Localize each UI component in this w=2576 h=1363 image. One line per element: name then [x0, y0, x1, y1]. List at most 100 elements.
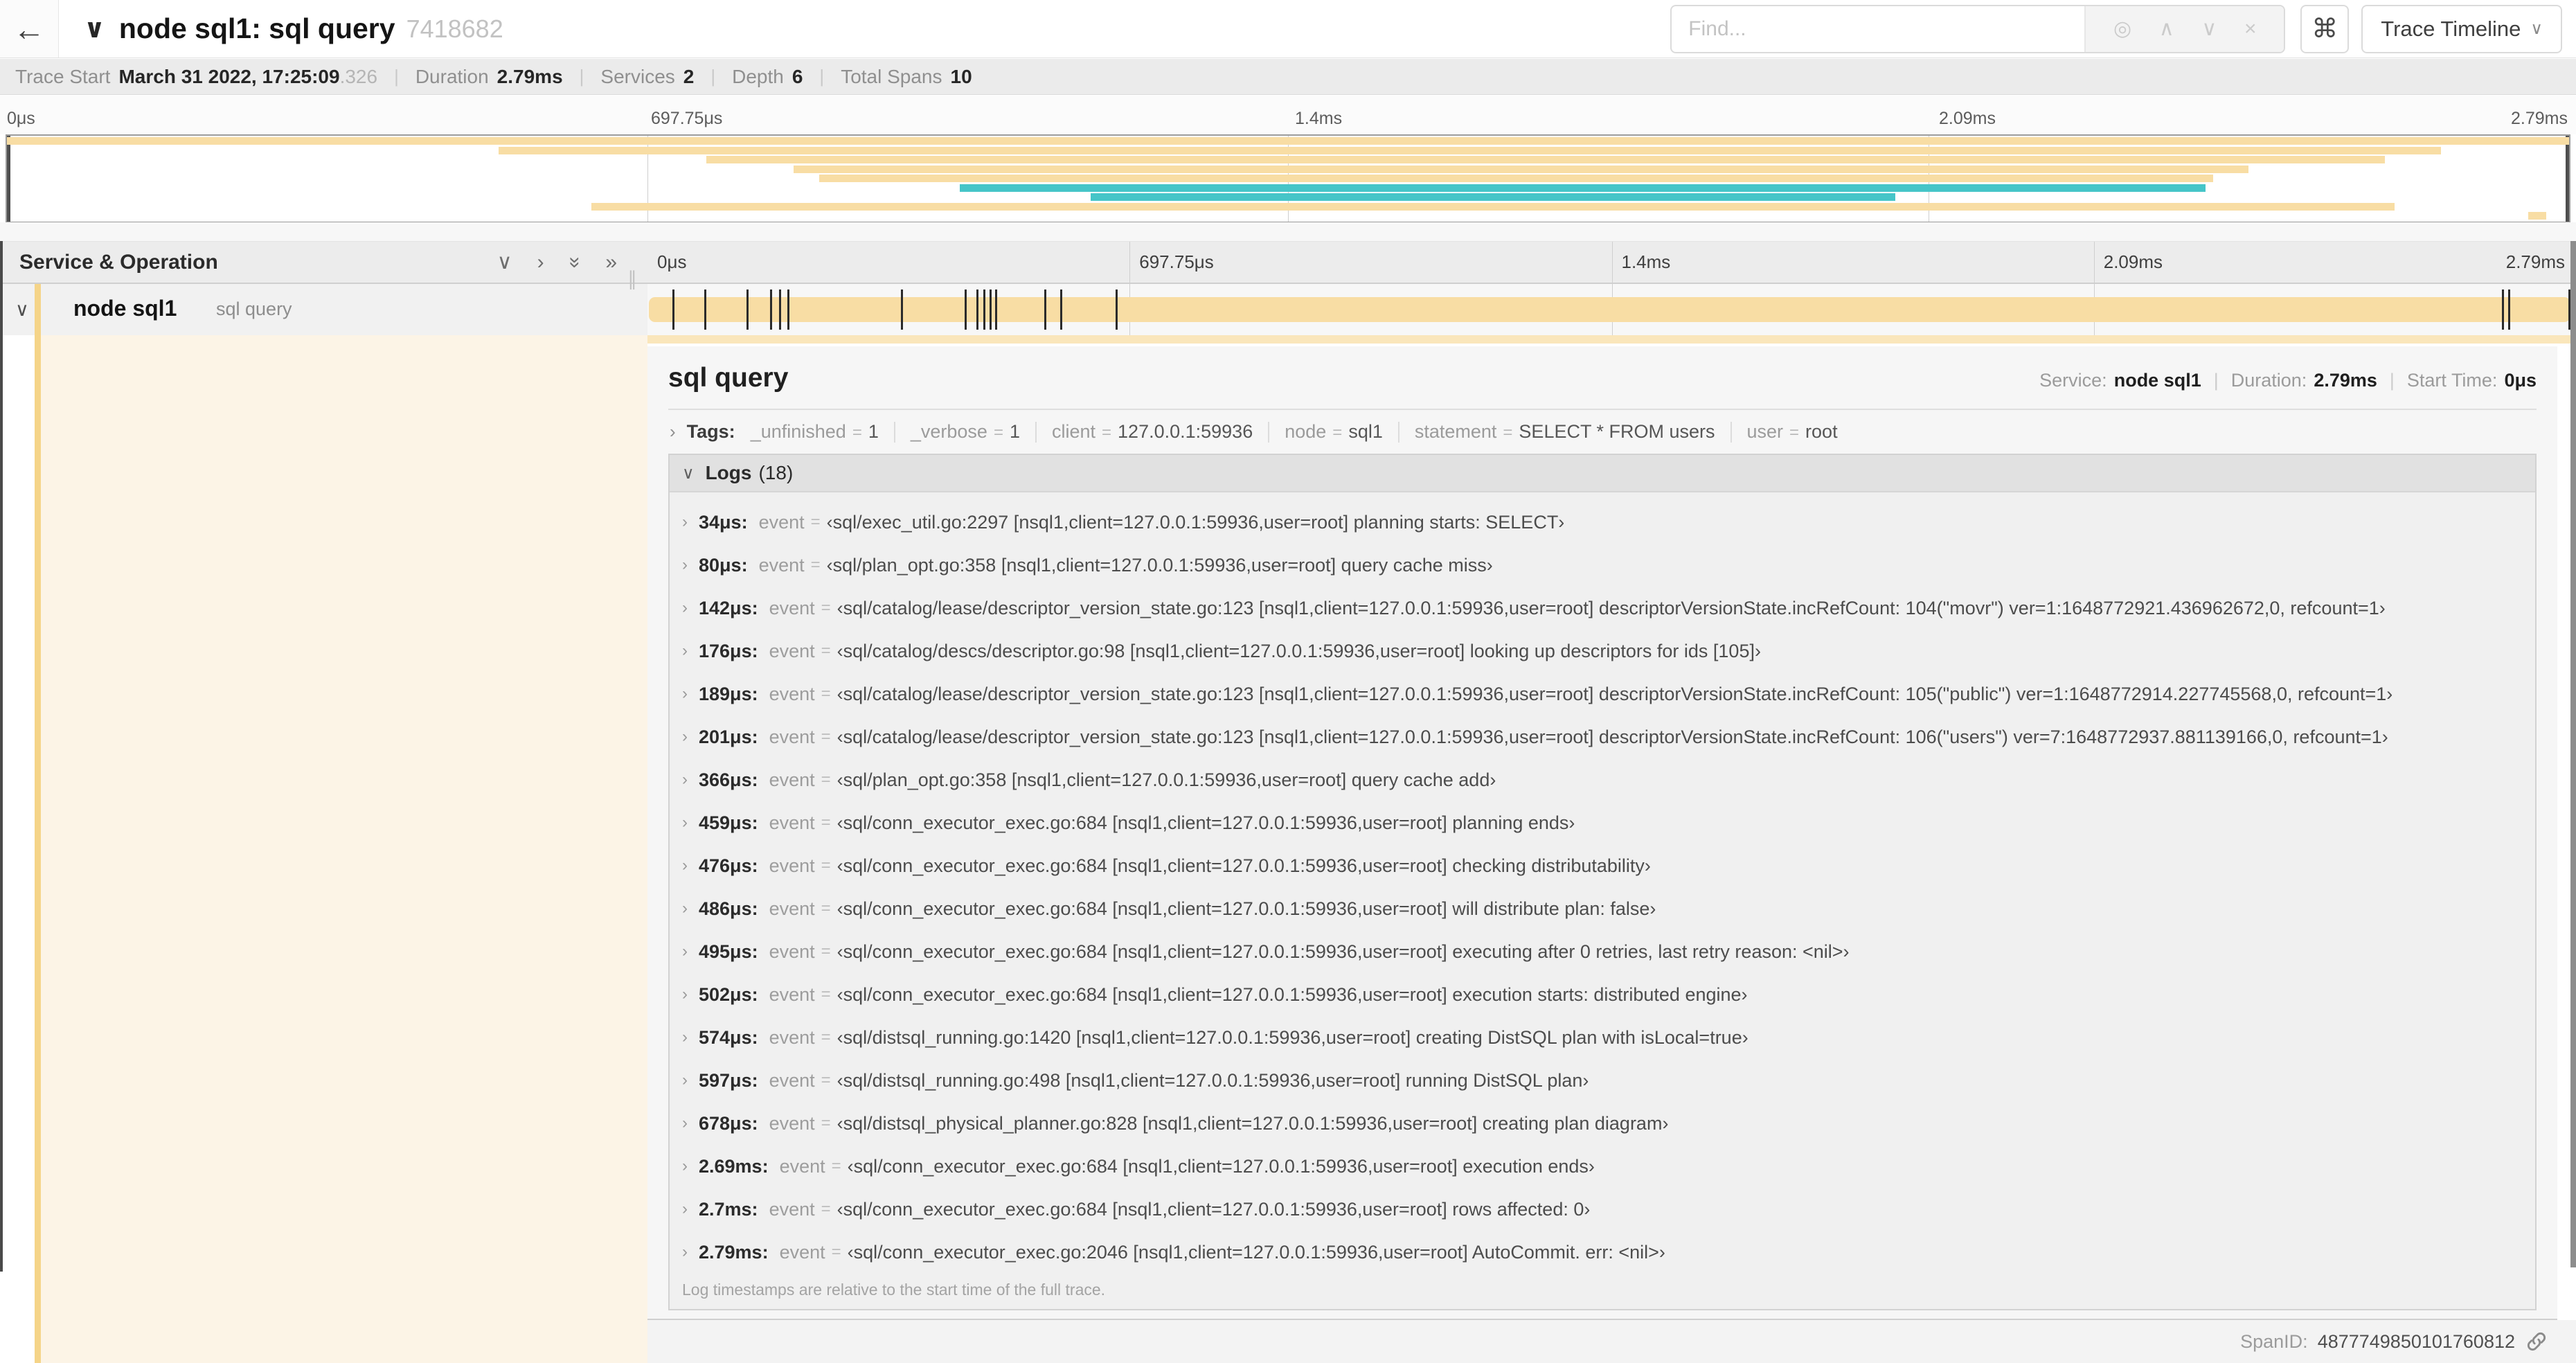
keyboard-shortcuts-button[interactable]: ⌘	[2300, 4, 2350, 53]
log-row[interactable]: › 502μs: event = ‹sql/conn_executor_exec.go:…	[670, 973, 2535, 1016]
log-row[interactable]: › 2.79ms: event = ‹sql/conn_executor_exec.go…	[670, 1231, 2535, 1274]
minimap-tick-label: 1.4ms	[1295, 109, 1343, 128]
search-input[interactable]	[1672, 6, 2085, 52]
back-arrow-icon: ←	[13, 10, 45, 47]
detail-color-accent	[35, 335, 41, 1363]
page-title: node sql1: sql query	[118, 12, 395, 44]
minimap-span-bar	[7, 137, 2569, 145]
log-row[interactable]: › 176μs: event = ‹sql/catalog/descs/descript…	[670, 630, 2535, 672]
chevron-right-icon: ›	[682, 1242, 688, 1261]
span-color-accent	[35, 284, 41, 335]
detail-cream-fill	[41, 335, 647, 1363]
log-row[interactable]: › 80μs: event = ‹sql/plan_opt.go:358 [nsql1,…	[670, 544, 2535, 587]
copy-link-icon[interactable]	[2525, 1330, 2548, 1353]
log-row[interactable]: › 597μs: event = ‹sql/distsql_running.go:498…	[670, 1059, 2535, 1102]
span-duration-bar[interactable]	[649, 289, 2571, 330]
chevron-right-icon: ›	[682, 856, 688, 875]
command-icon: ⌘	[2311, 15, 2338, 44]
log-marker-tick	[778, 289, 781, 330]
column-resizer-handle[interactable]: ∥	[627, 267, 637, 290]
minimap-tick-labels: 0μs 697.75μs 1.4ms 2.09ms 2.79ms	[0, 96, 2576, 134]
log-marker-tick	[1059, 289, 1062, 330]
span-footer-strip: SpanID: 4877749850101760812	[647, 1320, 2576, 1363]
log-row[interactable]: › 201μs: event = ‹sql/catalog/lease/descript…	[670, 715, 2535, 758]
span-timeline-cell[interactable]	[647, 284, 2576, 335]
service-operation-header: Service & Operation ∨ › » »	[0, 241, 647, 284]
log-marker-tick	[2501, 289, 2504, 330]
collapse-one-icon[interactable]: ∨	[497, 250, 512, 274]
logs-header[interactable]: ∨ Logs (18)	[670, 455, 2535, 492]
timeline-tick-label: 2.79ms	[2505, 251, 2565, 272]
tag-separator	[1397, 421, 1399, 443]
log-row[interactable]: › 34μs: event = ‹sql/exec_util.go:2297 [nsql…	[670, 501, 2535, 544]
trace-collapse-icon[interactable]: ∨	[84, 13, 105, 44]
minimap-tick-label: 0μs	[7, 109, 35, 128]
chevron-right-icon: ›	[682, 555, 688, 574]
minimap-canvas[interactable]	[6, 134, 2570, 224]
clear-search-icon[interactable]: ×	[2244, 17, 2257, 41]
trace-meta-bar: Trace Start March 31 2022, 17:25:09.326 | D…	[0, 59, 2576, 95]
left-scroll-indicator	[0, 241, 3, 1272]
log-row[interactable]: › 678μs: event = ‹sql/distsql_physical_plann…	[670, 1102, 2535, 1145]
minimap-span-bar	[819, 175, 2213, 182]
tag-item: statement = SELECT * FROM users	[1414, 421, 1715, 442]
log-row[interactable]: › 574μs: event = ‹sql/distsql_running.go:142…	[670, 1016, 2535, 1059]
span-detail-panel: sql query Service: node sql1 | Duration: 2.7…	[647, 346, 2557, 1320]
log-row[interactable]: › 2.69ms: event = ‹sql/conn_executor_exec.go…	[670, 1145, 2535, 1188]
chevron-right-icon: ›	[682, 985, 688, 1004]
view-dropdown-button[interactable]: Trace Timeline ∨	[2361, 4, 2562, 53]
timeline-tick-label: 697.75μs	[1139, 251, 1214, 272]
detail-row-accent-strip	[647, 335, 2570, 344]
tags-row[interactable]: › Tags: _unfinished = 1 _verbose = 1 client = 12…	[668, 410, 2537, 449]
expand-all-icon[interactable]: »	[605, 251, 617, 274]
timeline-tick-label: 0μs	[657, 251, 687, 272]
log-marker-tick	[2508, 289, 2511, 330]
minimap-gap	[0, 222, 2576, 241]
viewport-right-handle[interactable]	[2566, 136, 2569, 222]
minimap-span-bar	[499, 146, 2441, 154]
collapse-all-icon[interactable]: »	[563, 256, 587, 268]
span-name-cell[interactable]: ∨ node sql1 sql query	[0, 284, 647, 335]
viewport-left-handle[interactable]	[7, 136, 10, 222]
log-row[interactable]: › 189μs: event = ‹sql/catalog/lease/descript…	[670, 672, 2535, 715]
tag-separator	[1268, 421, 1270, 443]
span-detail-meta: Service: node sql1 | Duration: 2.79ms | Start …	[2039, 370, 2537, 391]
find-group: ◎ ∧ ∨ ×	[1670, 4, 2286, 53]
next-result-icon[interactable]: ∨	[2201, 17, 2217, 41]
span-collapse-icon[interactable]: ∨	[15, 299, 29, 321]
service-operation-title: Service & Operation	[19, 250, 218, 274]
tag-item: client = 127.0.0.1:59936	[1051, 421, 1253, 442]
prev-result-icon[interactable]: ∧	[2159, 17, 2174, 41]
log-marker-tick	[901, 289, 904, 330]
tag-item: _verbose = 1	[910, 421, 1020, 442]
log-row[interactable]: › 476μs: event = ‹sql/conn_executor_exec.go:…	[670, 844, 2535, 887]
chevron-right-icon: ›	[682, 598, 688, 617]
timeline-header: 0μs 697.75μs 1.4ms 2.09ms 2.79ms	[647, 241, 2576, 284]
timeline-gridline	[1611, 242, 1613, 283]
log-marker-tick	[770, 289, 773, 330]
log-marker-tick	[983, 289, 986, 330]
log-row[interactable]: › 2.7ms: event = ‹sql/conn_executor_exec.go:…	[670, 1188, 2535, 1231]
log-row[interactable]: › 366μs: event = ‹sql/plan_opt.go:358 [nsql1…	[670, 758, 2535, 801]
vertical-scrollbar[interactable]	[2570, 241, 2576, 1267]
view-dropdown-label: Trace Timeline	[2381, 16, 2521, 41]
trace-page: ← ∨ node sql1: sql query 7418682 ◎∧∨× ⌘ …	[0, 0, 2576, 1363]
meta-item: Depth 6	[732, 65, 803, 87]
tags-list: _unfinished = 1 _verbose = 1 client = 127.0.0.1:…	[751, 421, 1838, 443]
meta-separator: |	[394, 66, 399, 87]
log-row[interactable]: › 495μs: event = ‹sql/conn_executor_exec.go:…	[670, 930, 2535, 973]
locate-icon[interactable]: ◎	[2113, 17, 2131, 41]
spanid-label: SpanID:	[2240, 1330, 2308, 1352]
span-detail-title: sql query	[668, 363, 789, 393]
meta-item: Total Spans 10	[841, 65, 972, 87]
back-button[interactable]: ←	[0, 0, 59, 57]
log-row[interactable]: › 486μs: event = ‹sql/conn_executor_exec.go:…	[670, 887, 2535, 930]
expand-one-icon[interactable]: ›	[537, 251, 544, 274]
tag-separator	[1035, 421, 1037, 443]
log-row[interactable]: › 142μs: event = ‹sql/catalog/lease/descript…	[670, 587, 2535, 630]
chevron-down-icon: ∨	[682, 463, 695, 483]
tag-item: node = sql1	[1285, 421, 1383, 442]
log-row[interactable]: › 459μs: event = ‹sql/conn_executor_exec.go:…	[670, 801, 2535, 844]
meta-separator: |	[710, 66, 716, 87]
tag-separator	[1730, 421, 1732, 443]
